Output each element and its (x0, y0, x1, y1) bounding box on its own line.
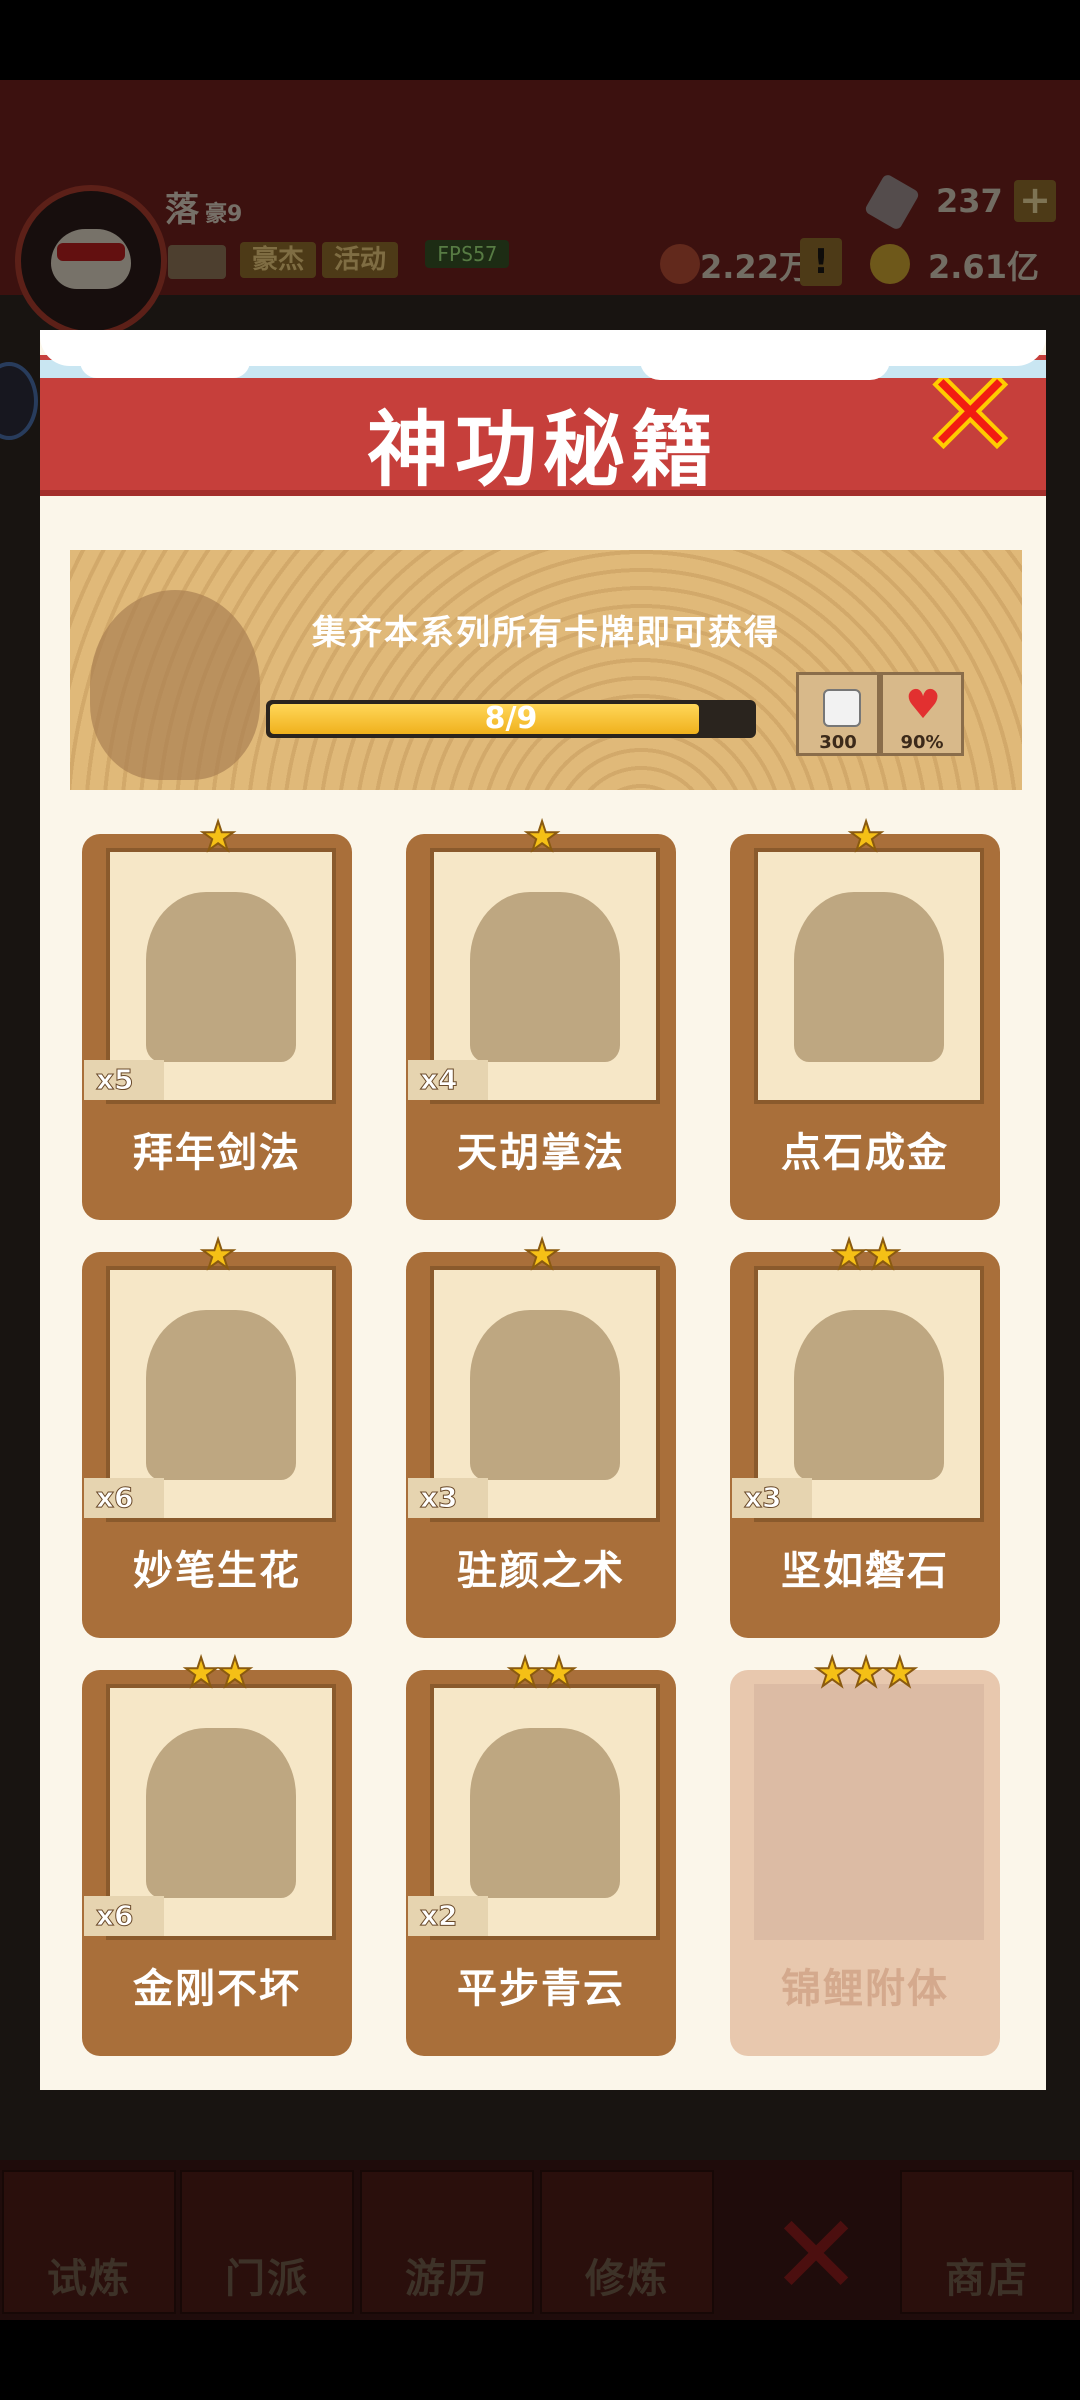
card-item[interactable]: x3 坚如磐石 ★★ (730, 1231, 1000, 1638)
card-item[interactable]: x6 金刚不坏 ★★ (82, 1649, 352, 2056)
card-stars: ★ (847, 813, 885, 861)
card-art-palm-icon (470, 892, 620, 1062)
card-stars: ★★ (830, 1231, 902, 1279)
card-collection-modal: 神功秘籍 ✕ 集齐本系列所有卡牌即可获得 8/9 300 ♥ 90% x5 拜年… (40, 330, 1046, 2090)
card-stars: ★★ (182, 1649, 254, 1697)
card-item[interactable]: 点石成金 ★ (730, 813, 1000, 1220)
card-art-panel (754, 848, 984, 1104)
card-name: 天胡掌法 (457, 1130, 625, 1176)
card-stars: ★ (199, 813, 237, 861)
card-name: 金刚不坏 (133, 1966, 301, 2012)
card-art-gold-icon (794, 892, 944, 1062)
card-count: x3 (732, 1478, 812, 1518)
card-item[interactable]: x2 平步青云 ★★ (406, 1649, 676, 2056)
system-nav-bar (0, 2320, 1080, 2400)
heart-icon: ♥ (905, 682, 941, 728)
card-count: x6 (84, 1478, 164, 1518)
card-stars: ★★★ (813, 1649, 919, 1697)
snow-puff-left (80, 344, 250, 378)
card-count: x3 (408, 1478, 488, 1518)
card-name: 驻颜之术 (457, 1548, 625, 1594)
snow-puff-right (640, 340, 890, 380)
reward-heart-value: 90% (900, 732, 944, 753)
card-art-sword-icon (146, 892, 296, 1062)
card-stars: ★ (523, 813, 561, 861)
card-name: 坚如磐石 (781, 1548, 949, 1594)
reward-dice[interactable]: 300 (796, 672, 880, 756)
card-art-stone-icon (794, 1310, 944, 1480)
card-art-mask-icon (470, 1310, 620, 1480)
card-item[interactable]: x4 天胡掌法 ★ (406, 813, 676, 1220)
progress-text: 8/9 (484, 701, 538, 736)
card-count: x2 (408, 1896, 488, 1936)
card-stars: ★ (523, 1231, 561, 1279)
collection-banner: 集齐本系列所有卡牌即可获得 8/9 300 ♥ 90% (70, 550, 1022, 790)
card-item-locked[interactable]: 锦鲤附体 ★★★ (730, 1649, 1000, 2056)
card-name: 拜年剑法 (133, 1130, 301, 1176)
banner-text: 集齐本系列所有卡牌即可获得 (312, 613, 780, 653)
card-name: 妙笔生花 (133, 1548, 301, 1594)
card-art-panel (754, 1684, 984, 1940)
card-stars: ★ (199, 1231, 237, 1279)
card-stars: ★★ (506, 1649, 578, 1697)
card-item[interactable]: x3 驻颜之术 ★ (406, 1231, 676, 1638)
card-art-cloud-icon (470, 1728, 620, 1898)
card-count: x5 (84, 1060, 164, 1100)
reward-dice-value: 300 (819, 732, 857, 753)
card-item[interactable]: x5 拜年剑法 ★ (82, 813, 352, 1220)
card-art-muscle-icon (146, 1728, 296, 1898)
card-name: 平步青云 (457, 1966, 625, 2012)
card-count: x4 (408, 1060, 488, 1100)
card-count: x6 (84, 1896, 164, 1936)
card-name: 锦鲤附体 (781, 1966, 949, 2012)
status-bar (0, 0, 1080, 80)
reward-heart[interactable]: ♥ 90% (880, 672, 964, 756)
collection-progress-bar: 8/9 (266, 700, 756, 738)
card-name: 点石成金 (781, 1130, 949, 1176)
dice-icon (823, 689, 861, 727)
close-icon[interactable]: ✕ (918, 353, 1023, 477)
modal-title: 神功秘籍 (366, 403, 719, 498)
card-art-flower-icon (146, 1310, 296, 1480)
card-item[interactable]: x6 妙笔生花 ★ (82, 1231, 352, 1638)
